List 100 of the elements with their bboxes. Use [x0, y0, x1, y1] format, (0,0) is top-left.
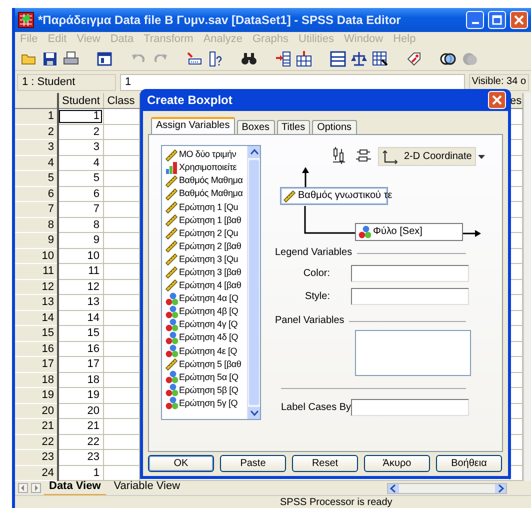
print-icon[interactable]: [63, 50, 79, 66]
row-header[interactable]: 18: [15, 372, 58, 388]
table-cell[interactable]: 4: [58, 155, 103, 170]
vertical-scrollbar[interactable]: [523, 93, 531, 481]
dialog-button[interactable]: Paste: [220, 455, 286, 472]
variable-item[interactable]: Ερώτηση 4 [βαθ: [165, 278, 247, 292]
variable-item[interactable]: ΜΟ δύο τριμήν: [165, 148, 247, 162]
row-header[interactable]: 13: [15, 294, 58, 310]
row-header[interactable]: 22: [15, 434, 58, 450]
scroll-down-icon[interactable]: [248, 407, 260, 419]
variable-item[interactable]: Βαθμός Μαθημα: [165, 174, 247, 188]
row-header[interactable]: 2: [15, 124, 58, 140]
table-cell[interactable]: 6: [58, 186, 103, 202]
dialog-icon[interactable]: [97, 50, 113, 66]
row-header[interactable]: 5: [15, 170, 58, 186]
variable-item[interactable]: Ερώτηση 5β [Q: [165, 384, 247, 397]
dialog-button[interactable]: Άκυρο: [364, 455, 430, 472]
table-cell[interactable]: 15: [58, 326, 103, 341]
table-cell[interactable]: 22: [58, 434, 103, 450]
variable-item[interactable]: Ερώτηση 4γ [Q: [165, 318, 247, 332]
table-cell[interactable]: 21: [58, 418, 103, 434]
row-header[interactable]: 8: [15, 217, 58, 232]
close-button[interactable]: [488, 91, 506, 109]
row-header[interactable]: 23: [15, 450, 58, 465]
scroll-right-icon[interactable]: [31, 483, 41, 493]
variable-item[interactable]: Ερώτηση 3 [Qu: [165, 252, 247, 266]
go-to-case-icon[interactable]: [186, 50, 202, 66]
dialog-button[interactable]: OK: [148, 455, 214, 472]
table-cell[interactable]: 8: [58, 217, 103, 232]
x-axis-drop-zone[interactable]: Φύλο [Sex]: [355, 223, 463, 241]
variable-item[interactable]: Ερώτηση 4α [Q: [165, 292, 247, 306]
table-cell[interactable]: 5: [58, 170, 103, 186]
horizontal-scrollbar[interactable]: [387, 482, 507, 494]
variable-item[interactable]: Χρησιμοποιείτε: [165, 161, 247, 174]
row-header[interactable]: 16: [15, 341, 58, 356]
table-cell[interactable]: 1: [58, 465, 103, 480]
table-cell[interactable]: 19: [58, 388, 103, 403]
save-icon[interactable]: [42, 50, 58, 66]
table-cell[interactable]: 23: [58, 450, 103, 465]
input-field[interactable]: [351, 265, 469, 282]
table-cell[interactable]: 7: [58, 202, 103, 217]
column-header[interactable]: Student: [58, 93, 103, 108]
select-cases-icon[interactable]: [372, 50, 388, 66]
dialog-button[interactable]: Βοήθεια: [436, 455, 502, 472]
table-cell[interactable]: 14: [58, 310, 103, 326]
variable-item[interactable]: Ερώτηση 1 [βαθ: [165, 213, 247, 227]
minimize-button[interactable]: [466, 11, 484, 29]
row-header[interactable]: 9: [15, 232, 58, 248]
table-cell[interactable]: 1: [58, 108, 103, 124]
table-cell[interactable]: 16: [58, 341, 103, 356]
row-header[interactable]: 7: [15, 202, 58, 217]
row-header[interactable]: 12: [15, 279, 58, 294]
sheet-tab[interactable]: Variable View: [108, 480, 186, 496]
tag-icon[interactable]: [406, 50, 422, 66]
panel-drop-zone[interactable]: [355, 330, 471, 376]
cell-value-field[interactable]: 1: [120, 74, 465, 90]
split-file-icon[interactable]: [330, 50, 346, 66]
insert-cases-icon[interactable]: [275, 50, 291, 66]
column-header[interactable]: Class: [103, 93, 139, 108]
binoculars-icon[interactable]: [241, 50, 257, 66]
scroll-up-icon[interactable]: [248, 146, 260, 158]
table-cell[interactable]: 2: [58, 124, 103, 140]
scroll-left-icon[interactable]: [18, 483, 28, 493]
table-cell[interactable]: 12: [58, 279, 103, 294]
row-header[interactable]: 4: [15, 155, 58, 170]
scroll-right-icon[interactable]: [495, 484, 506, 492]
input-field[interactable]: [351, 288, 469, 305]
row-header[interactable]: 17: [15, 356, 58, 372]
input-field[interactable]: [351, 399, 469, 416]
variable-item[interactable]: Ερώτηση 5α [Q: [165, 370, 247, 384]
tab[interactable]: Titles: [276, 120, 310, 134]
variable-item[interactable]: Ερώτηση 2 [βαθ: [165, 240, 247, 253]
table-cell[interactable]: 18: [58, 372, 103, 388]
scroll-thumb[interactable]: [249, 160, 259, 405]
row-header[interactable]: 11: [15, 264, 58, 279]
variable-item[interactable]: Ερώτηση 4ε [Q: [165, 344, 247, 358]
scale-icon[interactable]: [351, 50, 367, 66]
dialog-button[interactable]: Reset: [292, 455, 358, 472]
variable-item[interactable]: Ερώτηση 5 [βαθ: [165, 358, 247, 371]
sheet-tab[interactable]: Data View: [44, 480, 106, 496]
table-cell[interactable]: 9: [58, 232, 103, 248]
row-header[interactable]: 20: [15, 403, 58, 418]
table-cell[interactable]: 13: [58, 294, 103, 310]
maximize-button[interactable]: [488, 11, 506, 29]
vertical-boxplot-icon[interactable]: [330, 147, 348, 165]
variable-item[interactable]: Ερώτηση 1 [Qu: [165, 200, 247, 214]
table-cell[interactable]: 10: [58, 248, 103, 264]
variable-item[interactable]: Ερώτηση 4δ [Q: [165, 331, 247, 344]
tab[interactable]: Assign Variables: [151, 117, 235, 134]
row-header[interactable]: 19: [15, 388, 58, 403]
table-cell[interactable]: 20: [58, 403, 103, 418]
scroll-left-icon[interactable]: [388, 484, 399, 492]
variable-icon[interactable]: [207, 50, 223, 66]
tab[interactable]: Boxes: [236, 120, 275, 134]
variable-item[interactable]: Ερώτηση 5γ [Q: [165, 396, 247, 410]
variable-item[interactable]: Ερώτηση 4β [Q: [165, 305, 247, 318]
list-scrollbar[interactable]: [247, 146, 260, 419]
row-header[interactable]: 3: [15, 140, 58, 155]
row-header[interactable]: 14: [15, 310, 58, 326]
row-header[interactable]: 21: [15, 418, 58, 434]
